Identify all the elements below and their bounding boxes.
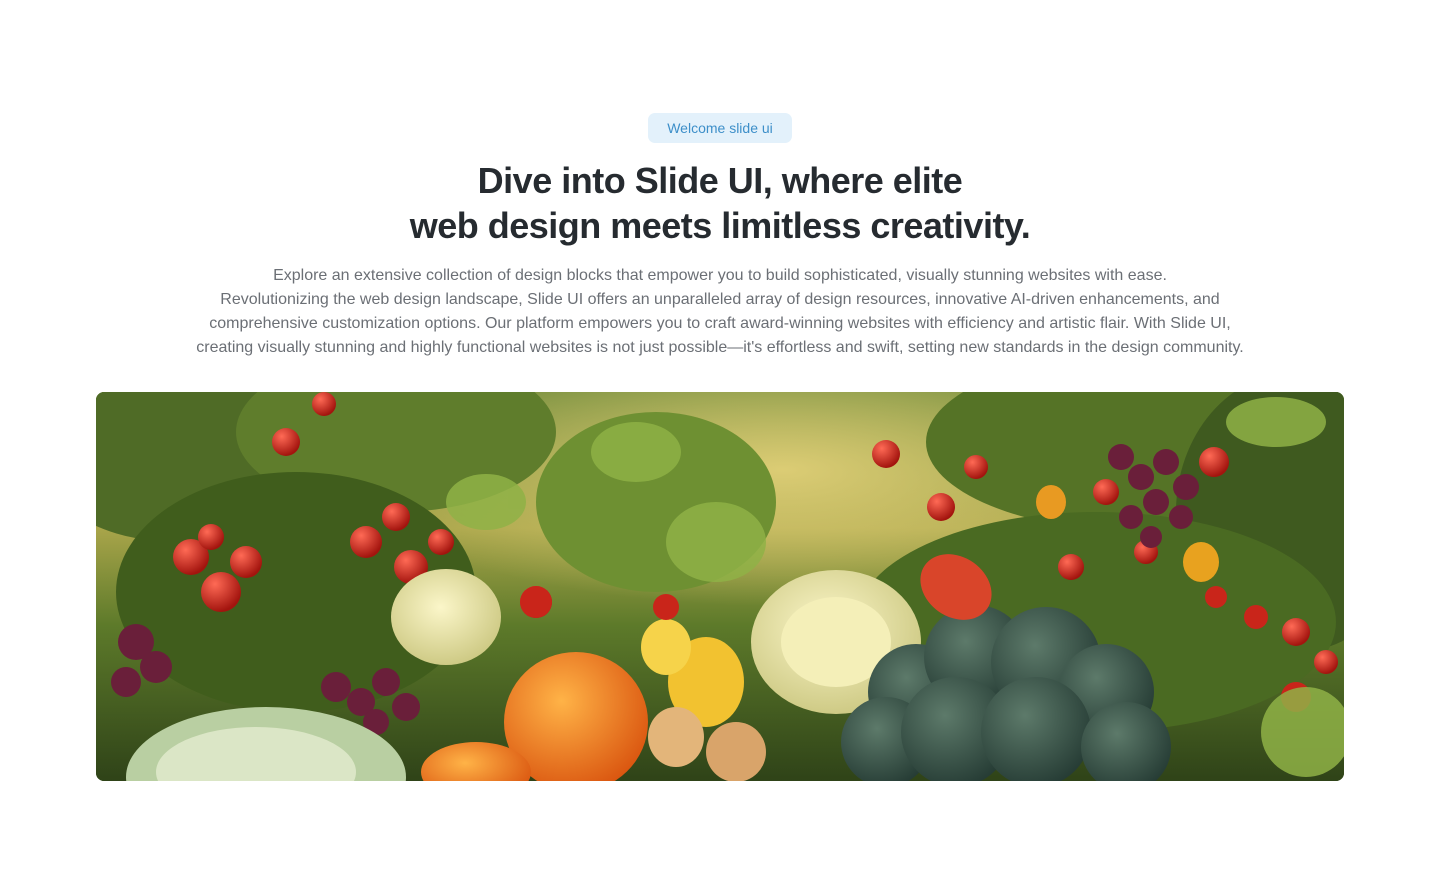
vegetable-garden-illustration — [96, 392, 1344, 781]
description-line: Revolutionizing the web design landscape… — [220, 291, 1220, 308]
hero-image-vegetable-garden — [96, 392, 1344, 781]
title-line-1: Dive into Slide UI, where elite — [477, 160, 963, 201]
description-line: comprehensive customization options. Our… — [209, 315, 1231, 332]
description-line: Explore an extensive collection of desig… — [273, 267, 1167, 284]
description-line: creating visually stunning and highly fu… — [196, 339, 1244, 356]
title-line-2: web design meets limitless creativity. — [409, 205, 1031, 246]
hero-section: Welcome slide ui Dive into Slide UI, whe… — [0, 0, 1440, 894]
page-title: Dive into Slide UI, where elite web desi… — [0, 158, 1440, 248]
welcome-badge[interactable]: Welcome slide ui — [648, 113, 792, 143]
hero-description: Explore an extensive collection of desig… — [140, 264, 1300, 360]
